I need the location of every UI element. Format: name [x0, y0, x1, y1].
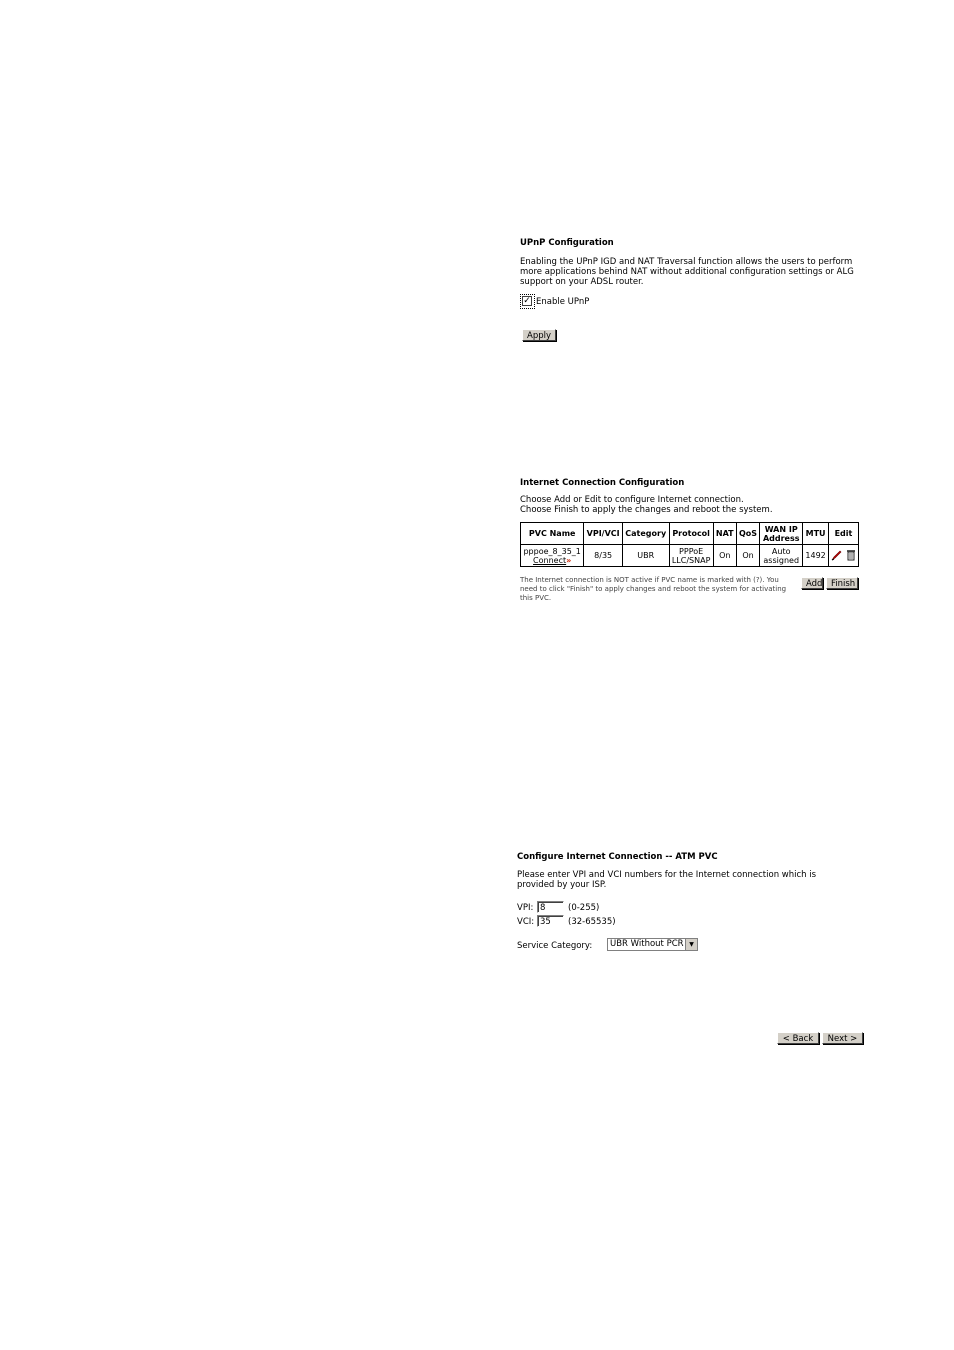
internet-instruction-1: Choose Add or Edit to configure Internet…	[520, 495, 744, 505]
pvc-name: pppoe_8_35_1	[523, 546, 581, 556]
service-category-value: UBR Without PCR	[610, 939, 684, 949]
connect-link[interactable]: Connect	[533, 556, 566, 565]
pvc-table-header: PVC Name VPI/VCI Category Protocol NAT Q…	[519, 522, 860, 545]
service-category-label: Service Category:	[517, 941, 593, 951]
col-mtu: MTU	[802, 522, 829, 545]
upnp-panel: UPnP Configuration Enabling the UPnP IGD…	[520, 238, 860, 287]
nat-cell: On	[712, 544, 737, 567]
inactive-note-3: this PVC.	[520, 594, 552, 602]
pencil-icon[interactable]	[831, 549, 843, 563]
inactive-note: The Internet connection is NOT active if…	[520, 576, 795, 603]
col-pvc-name: PVC Name	[519, 522, 585, 545]
internet-instruction-2: Choose Finish to apply the changes and r…	[520, 505, 773, 515]
inactive-note-2: need to click "Finish" to apply changes …	[520, 585, 787, 593]
col-protocol: Protocol	[668, 522, 714, 545]
col-qos: QoS	[735, 522, 761, 545]
back-button[interactable]: < Back	[777, 1032, 819, 1044]
upnp-description-3: support on your ADSL router.	[520, 277, 644, 287]
chevron-down-icon[interactable]: ▼	[685, 939, 697, 950]
vpi-input[interactable]: 8	[537, 901, 564, 913]
finish-button[interactable]: Finish	[826, 577, 858, 589]
enable-upnp-checkbox[interactable]: ✓	[522, 296, 532, 306]
wan-ip-line-1: Auto	[771, 546, 791, 556]
next-button[interactable]: Next >	[822, 1032, 863, 1044]
atm-description-2: provided by your ISP.	[517, 880, 607, 890]
internet-panel: Internet Connection Configuration Choose…	[520, 478, 860, 515]
col-wan-ip: WAN IP Address	[759, 522, 804, 545]
col-vpi-vci: VPI/VCI	[583, 522, 623, 545]
connect-wrap: Connect»	[523, 556, 581, 565]
connect-arrow-icon: »	[566, 555, 572, 565]
protocol-cell: PPPoE LLC/SNAP	[668, 544, 714, 567]
mtu-cell: 1492	[802, 544, 829, 567]
vpi-label: VPI:	[517, 903, 534, 913]
upnp-description-2: more applications behind NAT without add…	[520, 267, 854, 277]
vpi-vci-cell: 8/35	[583, 544, 623, 567]
atm-title: Configure Internet Connection -- ATM PVC	[517, 852, 718, 862]
upnp-title: UPnP Configuration	[520, 238, 614, 248]
enable-upnp-label: Enable UPnP	[536, 297, 590, 307]
edit-cell	[827, 544, 860, 567]
protocol-line-1: PPPoE	[679, 546, 704, 556]
table-row: pppoe_8_35_1 Connect» 8/35 UBR PPPoE LLC…	[519, 544, 860, 567]
internet-title: Internet Connection Configuration	[520, 478, 685, 488]
pvc-name-cell: pppoe_8_35_1 Connect»	[519, 544, 585, 567]
category-cell: UBR	[621, 544, 670, 567]
pvc-table: PVC Name VPI/VCI Category Protocol NAT Q…	[519, 522, 860, 567]
vpi-range: (0-255)	[568, 903, 600, 913]
apply-button[interactable]: Apply	[522, 329, 556, 341]
inactive-note-1: The Internet connection is NOT active if…	[520, 576, 779, 584]
qos-cell: On	[735, 544, 761, 567]
wan-ip-line-2: assigned	[763, 555, 800, 565]
wan-ip-cell: Auto assigned	[759, 544, 804, 567]
protocol-line-2: LLC/SNAP	[671, 555, 711, 565]
trash-icon[interactable]	[846, 549, 856, 563]
atm-description-1: Please enter VPI and VCI numbers for the…	[517, 870, 817, 880]
vci-range: (32-65535)	[568, 917, 616, 927]
col-nat: NAT	[712, 522, 737, 545]
add-button[interactable]: Add	[801, 577, 823, 589]
vci-label: VCI:	[517, 917, 535, 927]
col-edit: Edit	[827, 522, 860, 545]
col-category: Category	[621, 522, 670, 545]
service-category-select[interactable]: UBR Without PCR ▼	[607, 938, 698, 951]
atm-panel: Configure Internet Connection -- ATM PVC…	[517, 852, 857, 890]
vci-input[interactable]: 35	[537, 915, 564, 927]
upnp-description-1: Enabling the UPnP IGD and NAT Traversal …	[520, 257, 853, 267]
